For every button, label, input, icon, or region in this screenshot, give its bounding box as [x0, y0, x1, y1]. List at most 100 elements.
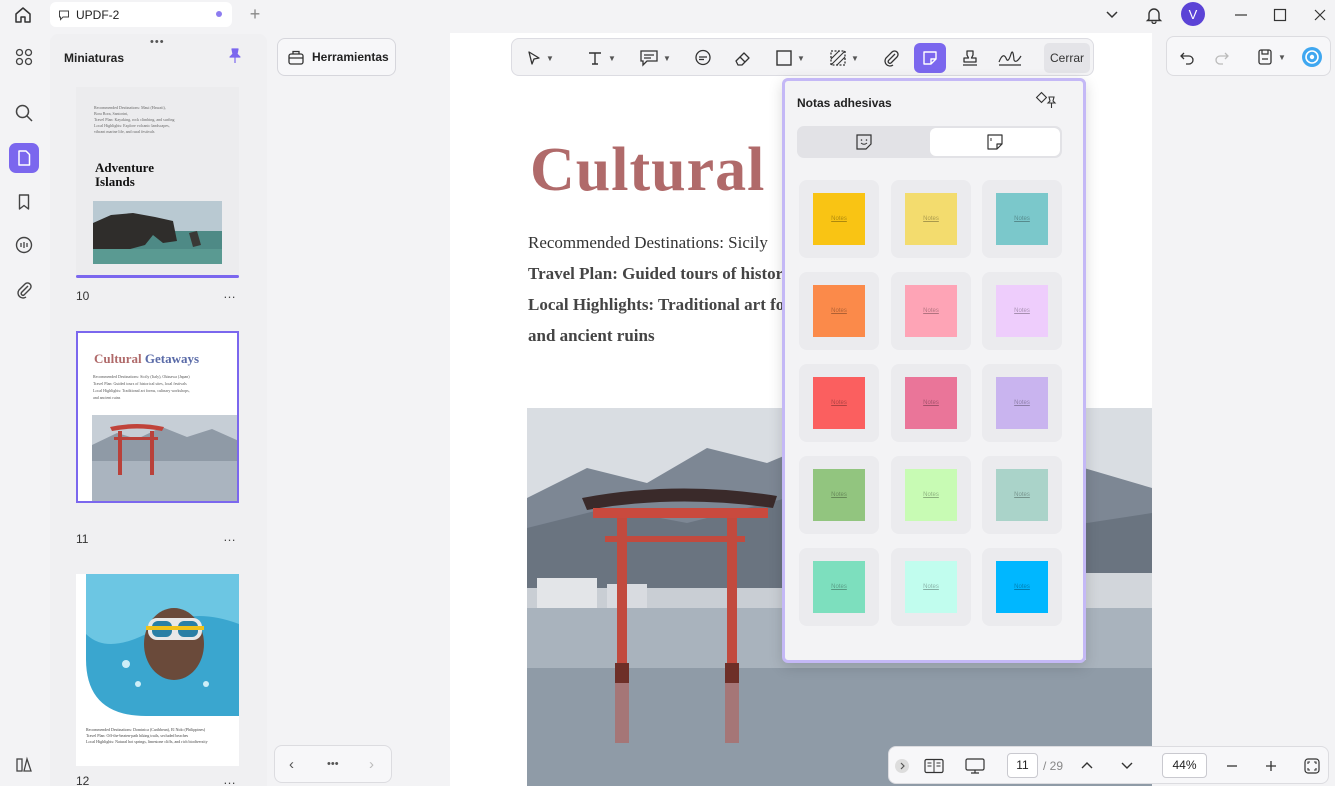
redo-icon[interactable] [1211, 46, 1233, 68]
sticky-note-swatch: Notes [905, 285, 957, 337]
pages-icon[interactable] [9, 143, 39, 173]
note-style-plain[interactable] [930, 128, 1060, 156]
search-icon[interactable] [9, 98, 39, 128]
chevron-down-icon[interactable]: ▼ [851, 54, 859, 63]
thumb-photo-torii [92, 415, 237, 501]
zoom-level[interactable]: 44% [1162, 753, 1207, 778]
fit-page-icon[interactable] [1302, 756, 1322, 776]
thumbnail-panel: ••• Miniaturas Recommended Destinations:… [50, 34, 267, 786]
shape-tool[interactable]: ▼ [770, 43, 810, 73]
sticky-note-swatch: Notes [996, 377, 1048, 429]
maximize-icon[interactable] [1269, 3, 1291, 27]
zoom-in-icon[interactable] [1262, 756, 1280, 776]
page-more-icon[interactable]: … [223, 529, 237, 544]
zoom-out-icon[interactable] [1223, 756, 1241, 776]
page-thumbnail-12[interactable]: Recommended Destinations: Dominica (Cari… [76, 574, 239, 766]
area-tool[interactable]: ▼ [824, 43, 864, 73]
pager-dots[interactable]: ••• [327, 758, 339, 770]
save-menu[interactable]: ▼ [1251, 46, 1291, 68]
note-style-face[interactable] [799, 128, 929, 156]
chevron-up-icon[interactable] [1079, 756, 1095, 776]
stamp-icon [963, 50, 977, 66]
thumb-heading: Adventure Islands [95, 160, 154, 189]
sticky-note-color-option[interactable]: Notes [799, 364, 879, 442]
sticky-note-color-option[interactable]: Notes [891, 180, 971, 258]
chevron-down-icon[interactable] [1102, 3, 1122, 27]
bell-icon[interactable] [1143, 3, 1165, 27]
sticky-note-color-option[interactable]: Notes [799, 456, 879, 534]
text-tool[interactable]: ▼ [580, 43, 622, 73]
undo-icon[interactable] [1176, 46, 1198, 68]
text-icon [589, 52, 602, 65]
signature-tool[interactable] [996, 43, 1024, 73]
presentation-icon[interactable] [963, 756, 987, 776]
grid-icon[interactable] [9, 42, 39, 72]
book-view-icon[interactable] [923, 756, 945, 776]
ai-assistant-icon[interactable] [1300, 46, 1324, 68]
doc-text-line: Travel Plan: Guided tours of histor [528, 264, 784, 283]
chevron-down-icon[interactable]: ▼ [608, 54, 616, 63]
layers-icon[interactable] [9, 750, 39, 780]
minimize-icon[interactable] [1230, 3, 1252, 27]
sticky-note-color-option[interactable]: Notes [799, 272, 879, 350]
sticky-note-swatch: Notes [996, 193, 1048, 245]
sticky-note-color-option[interactable]: Notes [799, 180, 879, 258]
pin-icon[interactable] [228, 48, 242, 69]
sticky-note-color-option[interactable]: Notes [891, 364, 971, 442]
close-annotation-button[interactable]: Cerrar [1044, 43, 1090, 73]
annotation-toolbar: ▼ ▼ ▼ ▼ ▼ Cerrar [511, 38, 1094, 76]
sticky-note-color-option[interactable]: Notes [891, 548, 971, 626]
sticky-note-icon [987, 134, 1003, 150]
chevron-down-icon[interactable]: ▼ [546, 54, 554, 63]
sticky-note-tool[interactable] [914, 43, 946, 73]
page-thumbnail-10[interactable]: Recommended Destinations: Maui (Hawaii),… [76, 87, 239, 277]
sticky-notes-popup: Notas adhesivas Notes Notes Notes Notes Note… [782, 78, 1086, 663]
chevron-down-icon[interactable]: ▼ [1278, 53, 1286, 62]
sticky-note-color-option[interactable]: Notes [982, 272, 1062, 350]
attachment-icon[interactable] [9, 275, 39, 305]
avatar[interactable]: V [1181, 2, 1205, 26]
tools-label: Herramientas [312, 50, 389, 64]
pin-note-icon[interactable] [1035, 91, 1057, 116]
close-window-icon[interactable] [1309, 3, 1331, 27]
chevron-down-icon[interactable]: ▼ [797, 54, 805, 63]
tools-button[interactable]: Herramientas [277, 38, 396, 76]
comment-tool[interactable]: ▼ [634, 43, 676, 73]
sticky-note-color-option[interactable]: Notes [982, 180, 1062, 258]
page-more-icon[interactable]: … [223, 286, 237, 301]
select-tool[interactable]: ▼ [520, 43, 560, 73]
panel-drag-handle[interactable]: ••• [150, 36, 165, 48]
sticky-note-swatch: Notes [905, 193, 957, 245]
sticky-note-color-option[interactable]: Notes [982, 456, 1062, 534]
sticky-note-color-option[interactable]: Notes [891, 272, 971, 350]
new-tab-icon[interactable]: + [245, 4, 265, 24]
sticky-note-color-option[interactable]: Notes [982, 548, 1062, 626]
chevron-right-icon[interactable]: › [369, 756, 374, 773]
stamp-tool[interactable] [957, 43, 983, 73]
bookmark-icon[interactable] [9, 187, 39, 217]
thumb-heading-part: Getaways [144, 351, 200, 366]
cursor-icon [528, 51, 540, 65]
chevron-left-icon[interactable]: ‹ [289, 756, 294, 773]
sticky-note-swatch: Notes [813, 285, 865, 337]
rectangle-icon [776, 50, 792, 66]
current-page-input[interactable]: 11 [1007, 753, 1038, 778]
chevron-down-icon[interactable]: ▼ [663, 54, 671, 63]
comment-icon [58, 9, 70, 21]
comments-list-icon[interactable] [9, 230, 39, 260]
chevron-down-icon[interactable] [1119, 756, 1135, 776]
toolbox-icon [287, 48, 305, 66]
collapse-icon[interactable] [894, 756, 910, 776]
home-icon[interactable] [10, 4, 36, 26]
page-thumbnail-11[interactable]: Cultural Getaways Recommended Destinatio… [76, 331, 239, 503]
thumb-photo-diver [86, 574, 239, 716]
callout-tool[interactable] [690, 43, 716, 73]
eraser-tool[interactable] [730, 43, 756, 73]
sticky-note-color-option[interactable]: Notes [799, 548, 879, 626]
sticky-note-color-option[interactable]: Notes [891, 456, 971, 534]
sticky-note-color-option[interactable]: Notes [982, 364, 1062, 442]
unsaved-dot [216, 11, 222, 17]
attach-tool[interactable] [878, 43, 904, 73]
page-more-icon[interactable]: … [223, 772, 237, 786]
document-tab[interactable]: UPDF-2 [50, 2, 232, 27]
